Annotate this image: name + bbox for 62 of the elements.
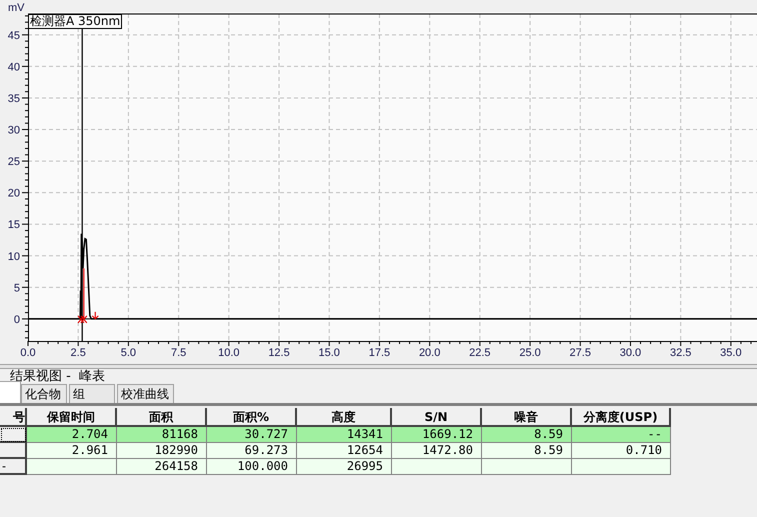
- table-cell: 8.59: [482, 443, 572, 459]
- tick-label: 17.5: [368, 347, 390, 359]
- tick-label: 22.5: [469, 347, 491, 359]
- tick-label: 25: [8, 156, 20, 168]
- table-cell: 12654: [297, 443, 392, 459]
- column-header[interactable]: 面积%: [207, 408, 297, 427]
- table-cell: 100.000: [207, 459, 297, 475]
- peak-markers-drawing: [77, 268, 99, 324]
- tick-label: 30.0: [620, 347, 642, 359]
- table-cell: 2.704: [27, 427, 117, 443]
- tick-label: 0: [14, 314, 20, 326]
- tick-label: 20: [8, 188, 20, 200]
- tick-label: 5.0: [120, 347, 136, 359]
- tick-label: 25.0: [519, 347, 541, 359]
- tick-label: 27.5: [570, 347, 591, 359]
- table-cell: 182990: [117, 443, 207, 459]
- tick-label: 40: [8, 61, 20, 74]
- tab[interactable]: 化合物: [21, 384, 67, 403]
- table-cell: 14341: [297, 427, 392, 443]
- row-header[interactable]: [0, 443, 27, 459]
- table-cell: 69.273: [207, 443, 297, 459]
- tick-label: 12.5: [268, 347, 290, 359]
- tick-label: 7.5: [170, 347, 186, 359]
- table-cell: 0.710: [572, 443, 671, 459]
- table-cell: 2.961: [27, 443, 117, 459]
- column-header[interactable]: S/N: [392, 408, 482, 427]
- tick-label: 0.0: [20, 347, 36, 359]
- tab[interactable]: [0, 381, 21, 403]
- row-header[interactable]: [0, 427, 27, 443]
- tick-label: 35.0: [720, 347, 742, 359]
- column-header[interactable]: 号: [0, 408, 27, 427]
- tick-label: 30: [8, 124, 20, 137]
- table-cell: 8.59: [482, 427, 572, 443]
- table-cell: 1669.12: [392, 427, 482, 443]
- column-header[interactable]: 面积: [117, 408, 207, 427]
- axis-unit: mV: [8, 2, 24, 14]
- panel-title: 结果视图 - 峰表: [10, 370, 106, 383]
- column-header[interactable]: 分离度(USP): [572, 408, 671, 427]
- tick-label: 15: [8, 219, 20, 232]
- tick-label: 5: [14, 282, 20, 294]
- tick-label: 35: [8, 92, 20, 105]
- cursor-line[interactable]: [82, 29, 83, 341]
- table-cell: --: [572, 427, 671, 443]
- table-cell: 1472.80: [392, 443, 482, 459]
- tab[interactable]: 校准曲线: [117, 384, 174, 403]
- tick-label: 45: [8, 30, 20, 42]
- table-cell: 26995: [297, 459, 392, 475]
- table-cell: 264158: [117, 459, 207, 475]
- tick-label: 32.5: [670, 347, 692, 359]
- table-cell: 81168: [117, 427, 207, 443]
- tick-label: 15.0: [318, 347, 340, 359]
- tick-label: 2.5: [70, 347, 86, 359]
- tick-label: 10: [8, 250, 20, 263]
- tick-label: 10.0: [218, 347, 240, 359]
- column-header[interactable]: 保留时间: [27, 408, 117, 427]
- column-header[interactable]: 高度: [297, 408, 392, 427]
- tab[interactable]: 组: [69, 384, 115, 403]
- column-header[interactable]: 噪音: [482, 408, 572, 427]
- row-header[interactable]: -: [0, 459, 27, 475]
- table-cell: 30.727: [207, 427, 297, 443]
- tick-label: 20.0: [418, 347, 440, 359]
- legend-label: 检测器A 350nm: [28, 14, 122, 29]
